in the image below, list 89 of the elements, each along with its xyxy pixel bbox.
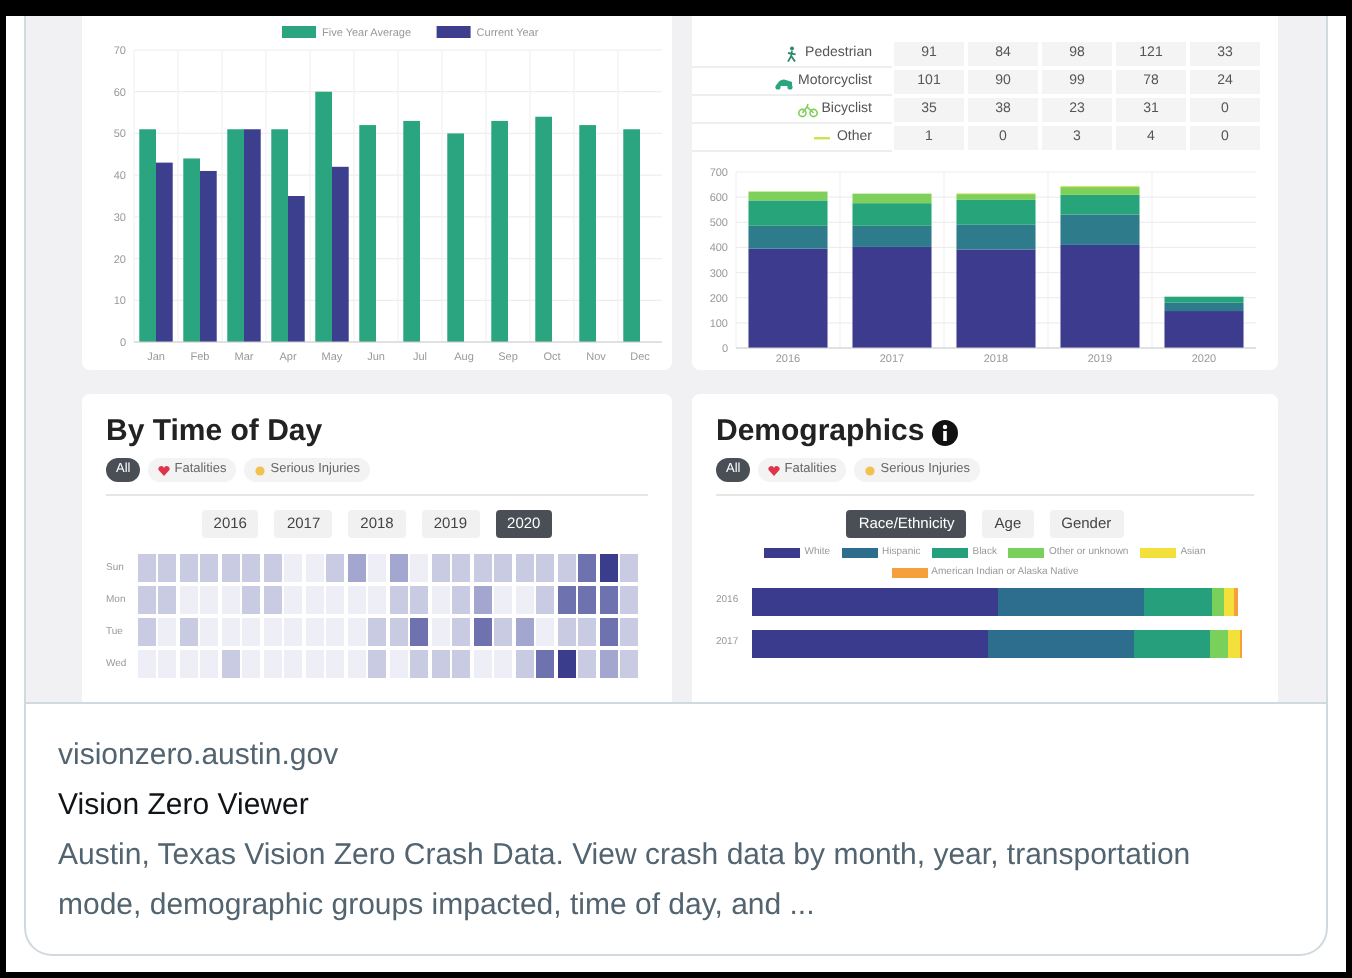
heatmap-cell bbox=[263, 586, 281, 614]
heatmap-cell bbox=[410, 554, 428, 582]
heatmap-cell bbox=[515, 586, 533, 614]
heatmap-cell bbox=[221, 554, 239, 582]
heatmap-cell bbox=[536, 554, 554, 582]
heatmap-cell bbox=[452, 650, 470, 678]
heatmap-cell bbox=[305, 554, 323, 582]
panel-title: By Time of Day bbox=[106, 414, 325, 450]
heatmap-cell bbox=[599, 554, 617, 582]
heatmap-cell bbox=[389, 586, 407, 614]
heatmap-cell bbox=[368, 618, 386, 646]
link-title[interactable]: Vision Zero Viewer bbox=[58, 780, 1294, 830]
legend-swatch bbox=[282, 26, 316, 38]
heatmap-cell bbox=[515, 618, 533, 646]
heatmap-cell bbox=[410, 650, 428, 678]
heatmap-cell bbox=[473, 618, 491, 646]
heatmap-cell bbox=[200, 618, 218, 646]
heatmap-cell bbox=[326, 554, 344, 582]
heatmap-cell bbox=[263, 554, 281, 582]
heatmap-cell bbox=[578, 650, 596, 678]
heatmap-cell bbox=[536, 650, 554, 678]
heatmap-cell bbox=[389, 618, 407, 646]
heatmap-cell bbox=[599, 586, 617, 614]
heatmap-cell bbox=[536, 586, 554, 614]
heatmap-cell bbox=[620, 586, 638, 614]
heatmap-cell bbox=[557, 650, 575, 678]
injury-icon bbox=[254, 465, 267, 475]
heatmap-cell bbox=[347, 650, 365, 678]
heart-icon bbox=[768, 465, 781, 475]
heatmap-cell bbox=[137, 554, 155, 582]
heatmap-cell bbox=[494, 618, 512, 646]
legend-swatch bbox=[436, 26, 471, 38]
heatmap-cell bbox=[389, 554, 407, 582]
heatmap-cell bbox=[221, 650, 239, 678]
heatmap-cell bbox=[242, 554, 260, 582]
heatmap-cell bbox=[599, 618, 617, 646]
heatmap-cell bbox=[389, 650, 407, 678]
heatmap-cell bbox=[452, 554, 470, 582]
heatmap-cell bbox=[158, 618, 176, 646]
heatmap-cell bbox=[515, 554, 533, 582]
heatmap-cell bbox=[452, 618, 470, 646]
heatmap-cell bbox=[368, 650, 386, 678]
heatmap-cell bbox=[158, 586, 176, 614]
heatmap-cell bbox=[452, 586, 470, 614]
heatmap-cell bbox=[473, 586, 491, 614]
heatmap-cell bbox=[410, 586, 428, 614]
heatmap-cell bbox=[284, 554, 302, 582]
heart-icon bbox=[158, 465, 171, 475]
info-icon bbox=[932, 419, 959, 445]
heatmap-cell bbox=[494, 586, 512, 614]
heatmap-cell bbox=[578, 618, 596, 646]
heatmap-cell bbox=[242, 586, 260, 614]
heatmap-cell bbox=[179, 618, 197, 646]
heatmap-cell bbox=[620, 554, 638, 582]
heatmap-cell bbox=[347, 618, 365, 646]
heatmap-cell bbox=[410, 618, 428, 646]
heatmap-cell bbox=[557, 618, 575, 646]
heatmap-cell bbox=[200, 554, 218, 582]
heatmap-cell bbox=[137, 618, 155, 646]
heatmap-cell bbox=[620, 618, 638, 646]
heatmap-cell bbox=[620, 650, 638, 678]
heatmap-cell bbox=[515, 650, 533, 678]
heatmap-cell bbox=[557, 586, 575, 614]
heatmap-cell bbox=[536, 618, 554, 646]
heatmap-cell bbox=[431, 618, 449, 646]
heatmap-cell bbox=[431, 650, 449, 678]
heatmap-cell bbox=[242, 650, 260, 678]
heatmap-cell bbox=[431, 554, 449, 582]
heatmap-cell bbox=[578, 554, 596, 582]
heatmap-cell bbox=[368, 554, 386, 582]
bicycle-icon bbox=[797, 101, 818, 117]
heatmap-cell bbox=[179, 554, 197, 582]
heatmap-cell bbox=[221, 586, 239, 614]
heatmap-cell bbox=[557, 554, 575, 582]
heatmap-cell bbox=[347, 554, 365, 582]
heatmap-cell bbox=[137, 586, 155, 614]
heatmap-cell bbox=[473, 650, 491, 678]
link-description: Austin, Texas Vision Zero Crash Data. View crash data by month, year, transportation mode, demographic groups impacted, time of day, and ... bbox=[58, 836, 1193, 926]
heatmap-cell bbox=[158, 554, 176, 582]
heatmap-cell bbox=[473, 554, 491, 582]
panel-title: Demographics bbox=[716, 414, 925, 450]
heatmap-cell bbox=[179, 586, 197, 614]
heatmap-cell bbox=[431, 586, 449, 614]
injury-icon bbox=[864, 465, 877, 475]
heatmap-cell bbox=[578, 586, 596, 614]
heatmap-cell bbox=[284, 586, 302, 614]
heatmap-cell bbox=[599, 650, 617, 678]
heatmap-cell bbox=[494, 554, 512, 582]
link-domain[interactable]: visionzero.austin.gov bbox=[58, 730, 1294, 780]
